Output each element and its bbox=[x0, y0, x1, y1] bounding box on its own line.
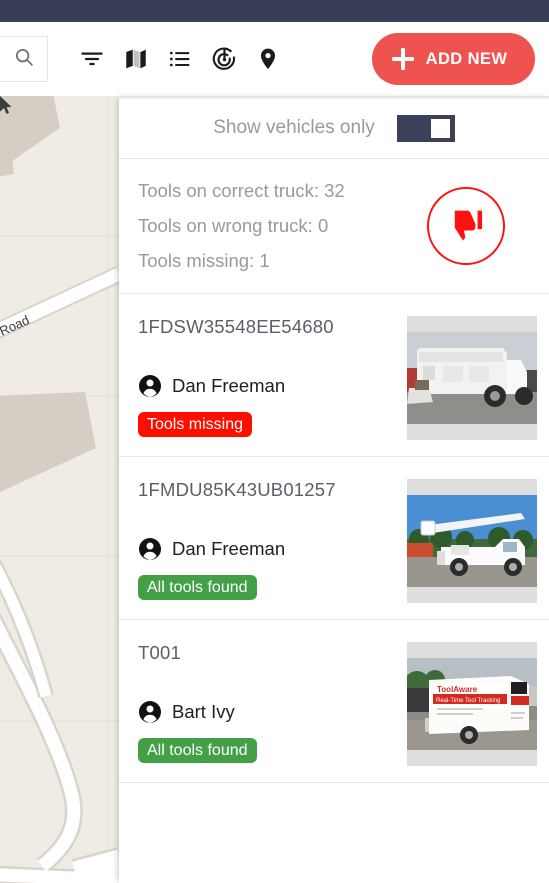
thumbnail-letterbox-bottom bbox=[407, 424, 537, 440]
add-new-label: ADD NEW bbox=[425, 49, 508, 68]
thumbnail-letterbox-top bbox=[407, 479, 537, 495]
top-status-bar bbox=[0, 0, 549, 22]
mouse-cursor-icon bbox=[0, 96, 12, 114]
panel-top-shadow bbox=[119, 96, 549, 100]
avatar-icon bbox=[139, 375, 161, 397]
vehicle-list-panel: Show vehicles only Tools on correct truc… bbox=[119, 96, 549, 883]
radar-icon[interactable] bbox=[202, 37, 246, 81]
svg-text:ToolAware: ToolAware bbox=[437, 685, 478, 694]
vehicle-driver: Dan Freeman bbox=[138, 374, 407, 398]
map-icon[interactable] bbox=[114, 37, 158, 81]
add-new-button[interactable]: ADD NEW bbox=[372, 33, 535, 85]
vehicle-thumbnail[interactable]: ToolAware Real-Time Tool Tracking bbox=[407, 642, 537, 766]
tools-missing-text: Tools missing: 1 bbox=[138, 250, 270, 271]
vehicle-info: T001 Bart Ivy All tools found bbox=[138, 642, 407, 782]
app-root: ADD NEW Road Show vehicles only Tools on… bbox=[0, 0, 549, 883]
thumbnail-image-service-truck bbox=[407, 332, 537, 424]
vehicle-info: 1FDSW35548EE54680 Dan Freeman Tools miss… bbox=[138, 316, 407, 456]
driver-name: Dan Freeman bbox=[172, 375, 286, 396]
map-canvas[interactable]: Road bbox=[0, 96, 119, 883]
vehicle-driver: Bart Ivy bbox=[138, 700, 407, 724]
thumbnail-letterbox-top bbox=[407, 316, 537, 332]
tools-on-wrong-truck-text: Tools on wrong truck: 0 bbox=[138, 215, 329, 236]
thumbnail-letterbox-bottom bbox=[407, 750, 537, 766]
status-badge: All tools found bbox=[138, 738, 257, 763]
vehicle-thumbnail[interactable] bbox=[407, 316, 537, 440]
vehicle-list-item[interactable]: 1FMDU85K43UB01257 Dan Freeman All tools … bbox=[119, 457, 549, 619]
main-toolbar: ADD NEW bbox=[0, 22, 549, 96]
thumbnail-letterbox-top bbox=[407, 642, 537, 658]
vehicle-driver: Dan Freeman bbox=[138, 537, 407, 561]
search-icon bbox=[13, 46, 35, 73]
tools-summary-lines: Tools on correct truck: 32 Tools on wron… bbox=[138, 180, 427, 272]
driver-name: Dan Freeman bbox=[172, 538, 286, 559]
thumbnail-letterbox-bottom bbox=[407, 587, 537, 603]
show-vehicles-only-toggle[interactable] bbox=[396, 114, 455, 142]
thumb-down-icon bbox=[450, 210, 483, 241]
panel-empty-space bbox=[119, 783, 549, 883]
tools-summary: Tools on correct truck: 32 Tools on wron… bbox=[119, 159, 549, 293]
svg-text:Real-Time Tool Tracking: Real-Time Tool Tracking bbox=[436, 698, 500, 704]
avatar-icon bbox=[139, 538, 161, 560]
tools-on-correct-truck-text: Tools on correct truck: 32 bbox=[138, 180, 345, 201]
location-pin-icon[interactable] bbox=[246, 37, 290, 81]
filter-icon[interactable] bbox=[70, 37, 114, 81]
status-thumbs-down-badge[interactable] bbox=[427, 187, 505, 265]
thumbnail-image-bucket-truck bbox=[407, 495, 537, 587]
vehicle-thumbnail[interactable] bbox=[407, 479, 537, 603]
search-input[interactable] bbox=[0, 36, 48, 82]
vehicle-vin: T001 bbox=[138, 642, 181, 663]
avatar-icon bbox=[139, 701, 161, 723]
list-icon[interactable] bbox=[158, 37, 202, 81]
vehicle-vin: 1FMDU85K43UB01257 bbox=[138, 479, 336, 500]
plus-icon bbox=[391, 48, 414, 70]
vehicle-vin: 1FDSW35548EE54680 bbox=[138, 316, 334, 337]
driver-name: Bart Ivy bbox=[172, 701, 235, 722]
show-vehicles-only-row: Show vehicles only bbox=[119, 96, 549, 158]
status-badge: All tools found bbox=[138, 575, 257, 600]
toggle-knob bbox=[430, 118, 450, 138]
vehicle-list-item[interactable]: 1FDSW35548EE54680 Dan Freeman Tools miss… bbox=[119, 294, 549, 456]
vehicle-info: 1FMDU85K43UB01257 Dan Freeman All tools … bbox=[138, 479, 407, 619]
status-badge: Tools missing bbox=[138, 412, 253, 437]
vehicle-list-item[interactable]: T001 Bart Ivy All tools found ToolAware … bbox=[119, 620, 549, 782]
thumbnail-image-trailer: ToolAware Real-Time Tool Tracking bbox=[407, 658, 537, 750]
show-vehicles-only-label: Show vehicles only bbox=[213, 117, 375, 138]
